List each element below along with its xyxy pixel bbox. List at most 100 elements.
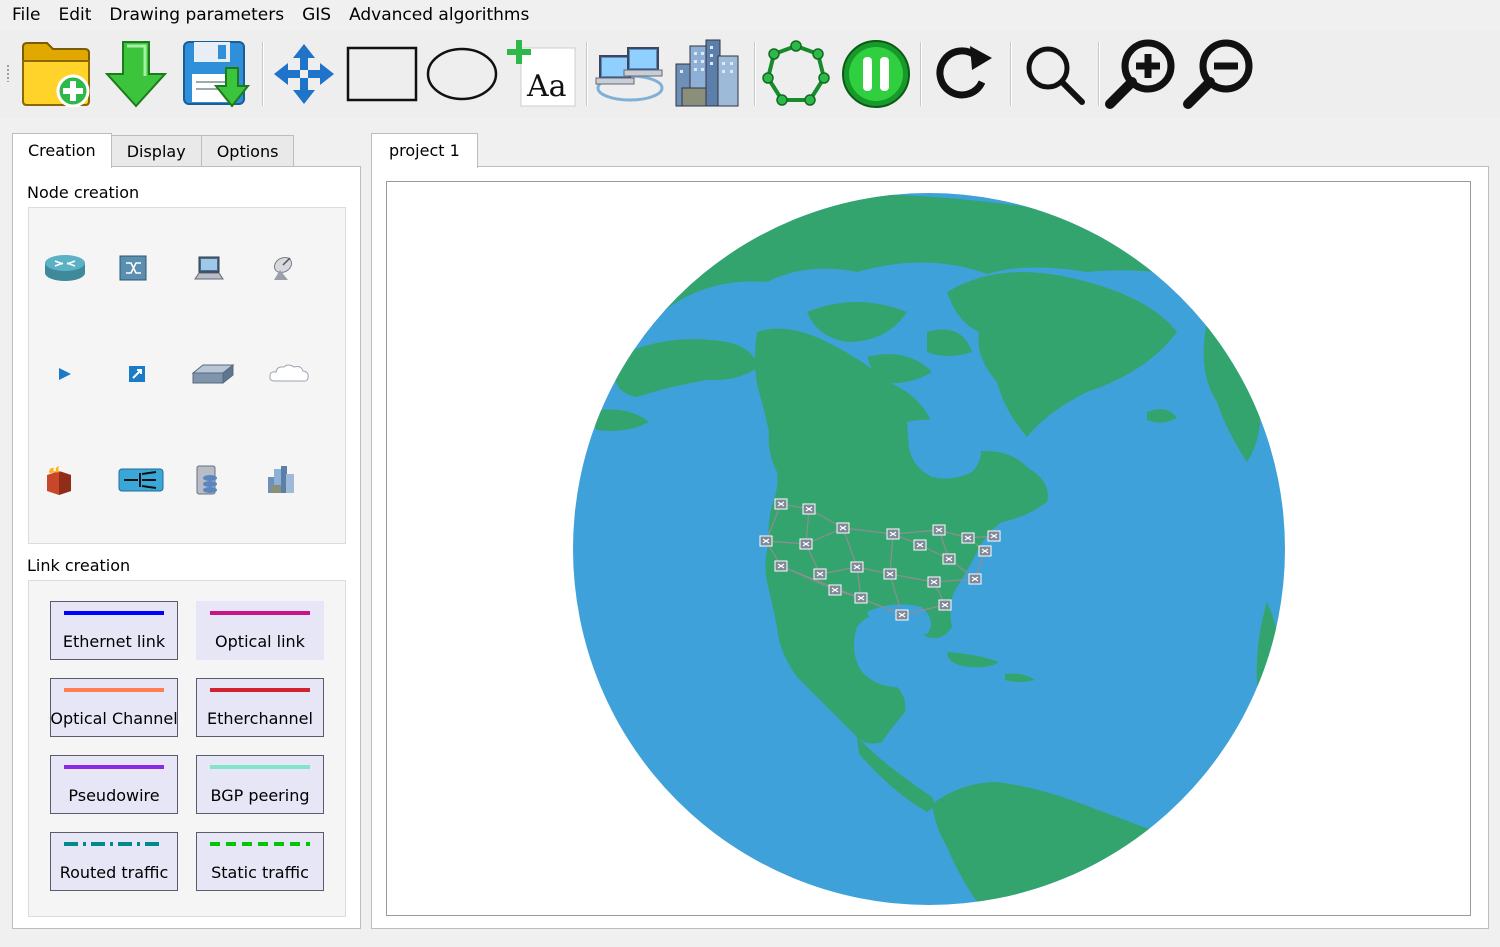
static-traffic-line [210, 842, 310, 846]
network-node[interactable] [987, 530, 1001, 542]
move-icon [274, 44, 334, 104]
zoom-in-button[interactable] [1104, 36, 1180, 112]
ellipse-button[interactable] [424, 36, 500, 112]
search-button[interactable] [1016, 36, 1092, 112]
toolbar: Aa [0, 30, 1500, 118]
import-button[interactable] [98, 36, 174, 112]
tab-project-1[interactable]: project 1 [371, 133, 478, 168]
splitter-icon[interactable] [113, 354, 161, 394]
network-node[interactable] [774, 560, 788, 572]
link-label: Optical Channel [50, 709, 178, 728]
bgp-peering-line [210, 765, 310, 769]
save-button[interactable] [178, 36, 254, 112]
network-node[interactable] [968, 573, 982, 585]
menu-advanced-algorithms[interactable]: Advanced algorithms [343, 0, 535, 30]
network-node[interactable] [774, 498, 788, 510]
rectangle-button[interactable] [344, 36, 420, 112]
router-icon[interactable] [41, 248, 89, 288]
refresh-button[interactable] [926, 36, 1002, 112]
optical-link-line [210, 611, 310, 615]
node-creation-title: Node creation [27, 183, 140, 202]
add-text-icon: Aa [507, 40, 576, 107]
toolbar-separator [754, 42, 755, 106]
move-button[interactable] [266, 36, 342, 112]
ethernet-link-button[interactable]: Ethernet link [50, 601, 178, 660]
static-traffic-button[interactable]: Static traffic [196, 832, 324, 891]
toolbar-grip[interactable] [6, 64, 10, 82]
server-icon[interactable] [183, 460, 231, 500]
new-project-icon [22, 42, 90, 108]
menu-bar: File Edit Drawing parameters GIS Advance… [0, 0, 1500, 30]
zoom-out-button[interactable] [1182, 36, 1258, 112]
network-icon [595, 47, 664, 102]
zoom-in-icon [1105, 39, 1175, 109]
network-node[interactable] [813, 568, 827, 580]
host-icon[interactable] [185, 248, 233, 288]
cloud-icon[interactable] [265, 354, 313, 394]
menu-file[interactable]: File [6, 0, 46, 30]
tab-display[interactable]: Display [110, 135, 202, 168]
pseudowire-line [64, 765, 164, 769]
network-button[interactable] [592, 36, 668, 112]
network-node[interactable] [854, 592, 868, 604]
tab-options[interactable]: Options [200, 135, 295, 168]
regenerator-icon[interactable] [41, 354, 89, 394]
pseudowire-button[interactable]: Pseudowire [50, 755, 178, 814]
zoom-out-icon [1183, 39, 1253, 109]
bgp-peering-button[interactable]: BGP peering [196, 755, 324, 814]
network-node[interactable] [886, 528, 900, 540]
network-node[interactable] [883, 568, 897, 580]
new-project-button[interactable] [18, 36, 94, 112]
network-node[interactable] [961, 532, 975, 544]
load-balancer-icon[interactable] [117, 460, 165, 500]
routed-traffic-line [64, 842, 164, 846]
etherchannel-line [210, 688, 310, 692]
network-node[interactable] [828, 584, 842, 596]
globe-map [573, 193, 1285, 905]
site-icon[interactable] [257, 460, 305, 500]
optical-channel-button[interactable]: Optical Channel [50, 678, 178, 737]
network-node[interactable] [938, 599, 952, 611]
network-node[interactable] [802, 503, 816, 515]
add-text-button[interactable]: Aa [504, 36, 580, 112]
save-icon [183, 41, 251, 108]
network-node[interactable] [836, 522, 850, 534]
graph-layout-button[interactable] [758, 36, 834, 112]
ethernet-link-line [64, 611, 164, 615]
tab-creation[interactable]: Creation [12, 133, 112, 168]
firewall-icon[interactable] [35, 460, 83, 500]
menu-gis[interactable]: GIS [296, 0, 337, 30]
network-node[interactable] [850, 561, 864, 573]
left-tab-bar: Creation Display Options [12, 133, 295, 168]
city-icon [675, 39, 739, 107]
network-node[interactable] [913, 539, 927, 551]
network-node[interactable] [927, 576, 941, 588]
city-button[interactable] [670, 36, 746, 112]
ellipse-icon [426, 47, 498, 101]
network-node[interactable] [895, 609, 909, 621]
map-canvas[interactable] [386, 181, 1471, 916]
rectangle-icon [346, 46, 418, 102]
link-label: Ethernet link [62, 632, 166, 651]
graph-layout-icon [762, 40, 830, 106]
network-node[interactable] [932, 524, 946, 536]
etherchannel-button[interactable]: Etherchannel [196, 678, 324, 737]
antenna-icon[interactable] [257, 248, 305, 288]
pause-button[interactable] [838, 36, 914, 112]
network-node[interactable] [759, 535, 773, 547]
link-label: Routed traffic [59, 863, 169, 882]
search-icon [1026, 46, 1085, 105]
link-creation-title: Link creation [27, 556, 131, 575]
link-label: Pseudowire [68, 786, 160, 805]
network-node[interactable] [799, 538, 813, 550]
routed-traffic-button[interactable]: Routed traffic [50, 832, 178, 891]
menu-edit[interactable]: Edit [52, 0, 97, 30]
optical-link-button[interactable]: Optical link [196, 601, 324, 660]
switch-icon[interactable] [109, 248, 157, 288]
toolbar-separator [262, 42, 263, 106]
menu-drawing-parameters[interactable]: Drawing parameters [103, 0, 290, 30]
layer3-switch-icon[interactable] [189, 354, 237, 394]
network-node[interactable] [942, 553, 956, 565]
network-node[interactable] [978, 545, 992, 557]
link-label: Static traffic [211, 863, 309, 882]
